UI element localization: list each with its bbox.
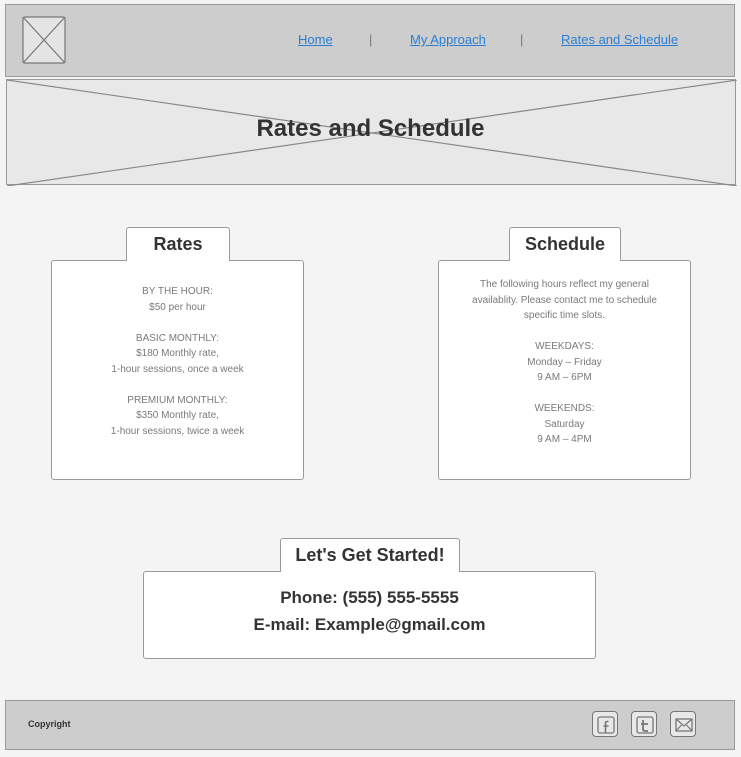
weekends-days: Saturday [544,418,585,430]
rates-tab-label: Rates [126,227,230,261]
weekdays-days: Monday – Friday [527,356,602,368]
contact-phone[interactable]: Phone: (555) 555-5555 [143,588,596,608]
weekdays-title: WEEKDAYS: [535,341,594,352]
nav-separator: | [369,32,373,47]
site-footer [5,700,735,750]
schedule-intro-line: The following hours reflect my general [480,279,649,290]
weekdays-hours: 9 AM – 6PM [537,372,592,383]
basic-rate: $180 Monthly rate, [136,348,219,359]
weekends-title: WEEKENDS: [534,403,595,414]
facebook-icon[interactable] [592,711,618,737]
contact-email[interactable]: E-mail: Example@gmail.com [143,615,596,635]
hour-title: BY THE HOUR: [142,286,213,297]
premium-title: PREMIUM MONTHLY: [127,394,228,406]
basic-title: BASIC MONTHLY: [135,332,220,344]
nav-rates-link[interactable]: Rates and Schedule [561,32,678,47]
rates-content: BY THE HOUR: $50 per hour BASIC MONTHLY:… [51,284,304,455]
page-title: Rates and Schedule [256,115,485,142]
weekends-hours: 9 AM – 4PM [537,434,592,445]
hour-price: $50 per hour [149,301,206,313]
mail-icon[interactable] [670,711,696,737]
schedule-intro-line: availablity. Please contact me to schedu… [472,294,657,306]
schedule-tab-label: Schedule [509,227,621,261]
premium-detail: 1-hour sessions, twice a week [110,425,245,437]
logo-placeholder[interactable] [22,16,66,64]
contact-tab-label: Let's Get Started! [280,538,460,572]
copyright-text: Copyright [28,719,71,729]
nav-home-link[interactable]: Home [298,32,333,47]
schedule-content: The following hours reflect my general a… [438,277,691,463]
premium-rate: $350 Monthly rate, [136,410,219,421]
schedule-intro-line: specific time slots. [523,310,606,321]
nav-separator: | [520,32,524,47]
nav-approach-link[interactable]: My Approach [410,32,486,47]
twitter-icon[interactable] [631,711,657,737]
basic-detail: 1-hour sessions, once a week [111,363,244,375]
